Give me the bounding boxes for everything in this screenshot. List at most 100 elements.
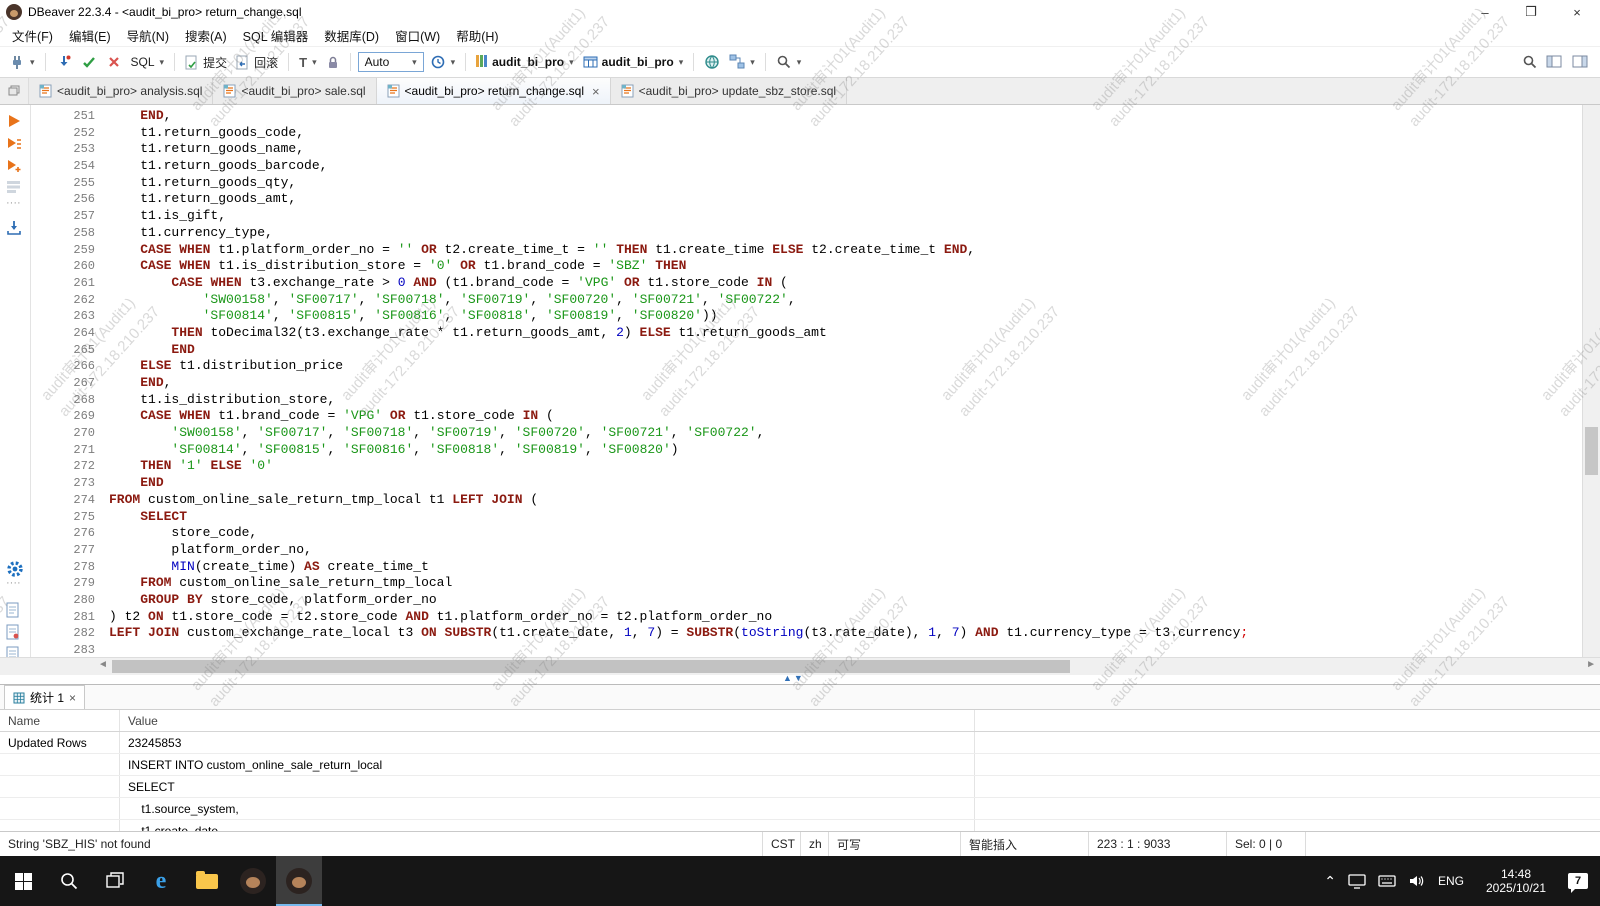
sql-mode-dropdown[interactable]: SQL ▾ — [128, 53, 168, 71]
execute-new-tab-button[interactable] — [6, 158, 22, 174]
menu-item[interactable]: 窗口(W) — [387, 26, 448, 45]
horizontal-scrollbar-thumb[interactable] — [112, 660, 1070, 673]
status-segment[interactable]: 可写 — [828, 832, 960, 856]
code-line[interactable]: 260 CASE WHEN t1.is_distribution_store =… — [31, 258, 1600, 275]
hscroll-left-arrow[interactable]: ◄ — [98, 659, 108, 670]
task-view-button[interactable] — [92, 856, 138, 906]
commit-mode-combo[interactable]: Auto ▾ — [358, 52, 424, 72]
execute-script-button[interactable] — [6, 136, 22, 152]
start-button[interactable] — [0, 856, 46, 906]
rollback-button[interactable]: 回滚 — [233, 52, 281, 73]
editor-tab[interactable]: <audit_bi_pro> sale.sql — [213, 78, 376, 104]
diagram-dropdown[interactable]: ▾ — [726, 52, 758, 72]
code-line[interactable]: 258 t1.currency_type, — [31, 225, 1600, 242]
code-line[interactable]: 254 t1.return_goods_barcode, — [31, 158, 1600, 175]
taskbar-clock[interactable]: 14:48 2025/10/21 — [1470, 856, 1562, 906]
menu-item[interactable]: 搜索(A) — [177, 26, 235, 45]
status-segment[interactable]: Sel: 0 | 0 — [1226, 832, 1306, 856]
column-header-name[interactable]: Name — [0, 710, 120, 731]
tray-expand-button[interactable]: ⌃ — [1318, 856, 1342, 906]
taskbar-search-button[interactable] — [46, 856, 92, 906]
code-line[interactable]: 253 t1.return_goods_name, — [31, 141, 1600, 158]
menu-item[interactable]: SQL 编辑器 — [235, 26, 317, 45]
code-line[interactable]: 272 THEN '1' ELSE '0' — [31, 458, 1600, 475]
code-line[interactable]: 274FROM custom_online_sale_return_tmp_lo… — [31, 492, 1600, 509]
code-line[interactable]: 279 FROM custom_online_sale_return_tmp_l… — [31, 575, 1600, 592]
status-segment[interactable]: 223 : 1 : 9033 — [1088, 832, 1226, 856]
action-center-button[interactable]: 7 — [1562, 856, 1600, 906]
table-row[interactable]: t1.create_date, — [0, 820, 1600, 831]
code-line[interactable]: 255 t1.return_goods_qty, — [31, 175, 1600, 192]
code-line[interactable]: 276 store_code, — [31, 525, 1600, 542]
tray-monitor-button[interactable] — [1342, 856, 1372, 906]
new-connection-button[interactable]: ▾ — [6, 52, 38, 72]
code-line[interactable]: 263 'SF00814', 'SF00815', 'SF00816', 'SF… — [31, 308, 1600, 325]
editor-tab[interactable]: <audit_bi_pro> return_change.sql× — [377, 78, 611, 104]
script-log-button[interactable] — [6, 602, 20, 618]
editor-tab[interactable]: <audit_bi_pro> analysis.sql — [29, 78, 213, 104]
code-line[interactable]: 262 'SW00158', 'SF00717', 'SF00718', 'SF… — [31, 292, 1600, 309]
table-row[interactable]: t1.source_system, — [0, 798, 1600, 820]
rollback-icon-button[interactable] — [103, 52, 125, 72]
file-explorer-button[interactable] — [184, 856, 230, 906]
code-line[interactable]: 281) t2 ON t1.store_code = t2.store_code… — [31, 609, 1600, 626]
table-row[interactable]: SELECT — [0, 776, 1600, 798]
lock-button[interactable] — [323, 53, 343, 72]
splitter-toggle-icons[interactable]: ▲▼ — [783, 673, 805, 683]
database-selector[interactable]: audit_bi_pro ▾ — [473, 53, 577, 72]
volume-button[interactable] — [1402, 856, 1432, 906]
view-menu-button[interactable] — [0, 78, 29, 104]
hscroll-right-arrow[interactable]: ► — [1586, 659, 1596, 670]
language-indicator[interactable]: ENG — [1432, 856, 1470, 906]
close-icon[interactable]: × — [69, 691, 76, 705]
code-line[interactable]: 275 SELECT — [31, 509, 1600, 526]
code-line[interactable]: 261 CASE WHEN t3.exchange_rate > 0 AND (… — [31, 275, 1600, 292]
code-line[interactable]: 269 CASE WHEN t1.brand_code = 'VPG' OR t… — [31, 408, 1600, 425]
schema-selector[interactable]: audit_bi_pro ▾ — [580, 53, 687, 71]
code-area[interactable]: 251 END,252 t1.return_goods_code,253 t1.… — [31, 105, 1600, 657]
open-perspective-icon[interactable] — [1546, 54, 1564, 70]
vertical-scrollbar-thumb[interactable] — [1585, 427, 1598, 475]
dbeaver-taskbar-button-active[interactable] — [276, 856, 322, 906]
maximize-button[interactable]: ❒ — [1508, 0, 1554, 24]
code-line[interactable]: 266 ELSE t1.distribution_price — [31, 358, 1600, 375]
code-line[interactable]: 265 END — [31, 342, 1600, 359]
execute-statement-button[interactable] — [6, 113, 22, 129]
tab-statistics[interactable]: 统计 1 × — [4, 685, 85, 709]
close-icon[interactable]: × — [592, 84, 600, 99]
quick-access-search-icon[interactable] — [1522, 54, 1538, 70]
table-row[interactable]: Updated Rows23245853 — [0, 732, 1600, 754]
query-history-dropdown[interactable]: ▾ — [427, 52, 459, 72]
code-line[interactable]: 264 THEN toDecimal32(t3.exchange_rate * … — [31, 325, 1600, 342]
close-button[interactable]: × — [1554, 0, 1600, 24]
menu-item[interactable]: 编辑(E) — [61, 26, 119, 45]
editor-tab[interactable]: <audit_bi_pro> update_sbz_store.sql — [611, 78, 847, 104]
column-header-value[interactable]: Value — [120, 710, 975, 731]
menu-item[interactable]: 帮助(H) — [448, 26, 506, 45]
menu-item[interactable]: 数据库(D) — [316, 26, 387, 45]
code-line[interactable]: 270 'SW00158', 'SF00717', 'SF00718', 'SF… — [31, 425, 1600, 442]
code-line[interactable]: 280 GROUP BY store_code, platform_order_… — [31, 592, 1600, 609]
search-dropdown[interactable]: ▾ — [773, 52, 805, 72]
transaction-mode-dropdown[interactable]: T ▾ — [296, 53, 319, 72]
perspective-layout-icon[interactable] — [1572, 54, 1590, 70]
code-line[interactable]: 282LEFT JOIN custom_exchange_rate_local … — [31, 625, 1600, 642]
code-line[interactable]: 251 END, — [31, 108, 1600, 125]
commit-icon-button[interactable] — [78, 52, 100, 72]
panel-splitter[interactable]: ▲▼ — [0, 675, 1600, 684]
code-line[interactable]: 277 platform_order_no, — [31, 542, 1600, 559]
vertical-scrollbar[interactable] — [1582, 105, 1600, 657]
commit-button[interactable]: 提交 — [182, 52, 230, 73]
status-segment[interactable]: CST — [762, 832, 800, 856]
code-line[interactable]: 267 END, — [31, 375, 1600, 392]
code-line[interactable]: 283 — [31, 642, 1600, 657]
fetch-button[interactable] — [53, 52, 75, 72]
explain-plan-button[interactable] — [6, 180, 22, 194]
settings-button[interactable] — [6, 560, 24, 578]
status-segment[interactable]: zh — [800, 832, 828, 856]
edge-button[interactable]: e — [138, 856, 184, 906]
code-line[interactable]: 271 'SF00814', 'SF00815', 'SF00816', 'SF… — [31, 442, 1600, 459]
export-result-button[interactable] — [6, 220, 22, 236]
code-line[interactable]: 257 t1.is_gift, — [31, 208, 1600, 225]
menu-item[interactable]: 导航(N) — [119, 26, 177, 45]
